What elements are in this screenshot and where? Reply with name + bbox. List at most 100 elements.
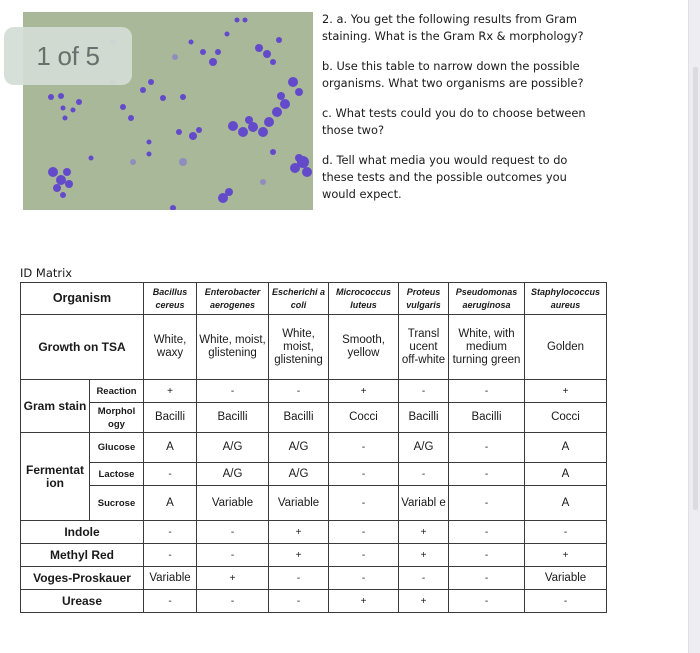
question-text: 2. a. You get the following results from… (322, 11, 602, 203)
cell: - (328, 485, 399, 521)
cell: + (524, 543, 607, 567)
cell: Variable (268, 485, 329, 521)
cell: Bacilli (398, 402, 449, 433)
cell: - (196, 589, 269, 613)
row-label-sucrose: Sucrose (89, 485, 144, 521)
cell: - (328, 432, 399, 463)
cell: - (448, 462, 525, 486)
row-label-gram-stain: Gram stain (20, 379, 90, 433)
cell: Cocci (524, 402, 607, 433)
organism-name: Staphylococcus aureus (524, 282, 607, 315)
cell: + (143, 379, 197, 403)
table-row: Growth on TSA White, waxy White, moist, … (20, 314, 607, 380)
organism-name: Bacillus cereus (143, 282, 197, 315)
table-row: Urease - - - + + - - (20, 589, 607, 613)
cell: + (398, 589, 449, 613)
organism-header: Organism (20, 282, 144, 315)
cell: - (448, 520, 525, 544)
cell: - (196, 520, 269, 544)
cell: + (398, 520, 449, 544)
cell: A/G (268, 462, 329, 486)
row-label-voges-proskauer: Voges-Proskauer (20, 566, 144, 590)
cell: - (448, 379, 525, 403)
cell: - (398, 379, 449, 403)
cell: - (398, 566, 449, 590)
question-a: 2. a. You get the following results from… (322, 12, 584, 43)
cell: - (268, 379, 329, 403)
cell: - (524, 520, 607, 544)
cell: - (268, 589, 329, 613)
matrix-title: ID Matrix (20, 266, 73, 280)
cell: + (398, 543, 449, 567)
header-row: Organism Bacillus cereus Enterobacter ae… (20, 282, 607, 315)
cell: White, moist, glistening (268, 314, 329, 380)
cell: + (328, 379, 399, 403)
row-label-reaction: Reaction (89, 379, 144, 403)
cell: Golden (524, 314, 607, 380)
cell: White, waxy (143, 314, 197, 380)
cell: A (143, 432, 197, 463)
cell: - (448, 432, 525, 463)
organism-name: Escherichi a coli (268, 282, 329, 315)
table-row: Sucrose A Variable Variable - Variabl e … (21, 485, 607, 521)
cell: Cocci (328, 402, 399, 433)
vertical-scrollbar[interactable] (688, 0, 700, 653)
cell: A/G (196, 432, 269, 463)
cell: - (328, 543, 399, 567)
cell: - (448, 485, 525, 521)
cell: A (524, 485, 607, 521)
question-d: d. Tell what media you would request to … (322, 153, 568, 201)
cell: Variable (524, 566, 607, 590)
organism-name: Enterobacter aerogenes (196, 282, 269, 315)
cell: - (143, 543, 197, 567)
row-label-lactose: Lactose (89, 462, 144, 486)
cell: - (328, 566, 399, 590)
cell: White, moist, glistening (196, 314, 269, 380)
id-matrix-table: Organism Bacillus cereus Enterobacter ae… (20, 282, 607, 613)
row-label-glucose: Glucose (89, 432, 144, 463)
cell: + (196, 566, 269, 590)
cell: White, with medium turning green (448, 314, 525, 380)
cell: - (196, 379, 269, 403)
organism-name: Proteus vulgaris (398, 282, 449, 315)
cell: - (328, 520, 399, 544)
row-label-morphology: Morphol ogy (89, 402, 144, 433)
cell: A (524, 462, 607, 486)
cell: A/G (398, 432, 449, 463)
table-row: Lactose - A/G A/G - - - A (21, 462, 607, 486)
table-row: Voges-Proskauer Variable + - - - - Varia… (20, 566, 607, 590)
cell: A (143, 485, 197, 521)
cell: - (448, 566, 525, 590)
cell: - (328, 462, 399, 486)
row-label-urease: Urease (20, 589, 144, 613)
cell: - (143, 462, 197, 486)
cell: - (448, 589, 525, 613)
image-counter-badge: 1 of 5 (4, 27, 132, 85)
cell: A/G (196, 462, 269, 486)
question-c: c. What tests could you do to choose bet… (322, 106, 586, 137)
cell: A (524, 432, 607, 463)
cell: - (268, 566, 329, 590)
cell: - (143, 589, 197, 613)
cell: Variable (143, 566, 197, 590)
table-row: Fermentat ion Glucose A A/G A/G - A/G - … (20, 432, 607, 521)
row-label-growth: Growth on TSA (20, 314, 144, 380)
cell: + (524, 379, 607, 403)
cell: Bacilli (268, 402, 329, 433)
cell: + (268, 543, 329, 567)
table-row: Indole - - + - + - - (20, 520, 607, 544)
cell: Bacilli (196, 402, 269, 433)
scrollbar-thumb[interactable] (693, 67, 698, 510)
cell: Transl ucent off-white (398, 314, 449, 380)
table-row: Methyl Red - - + - + - + (20, 543, 607, 567)
table-row: Morphol ogy Bacilli Bacilli Bacilli Cocc… (21, 402, 607, 433)
row-label-indole: Indole (20, 520, 144, 544)
organism-name: Pseudomonas aeruginosa (448, 282, 525, 315)
cell: Variable (196, 485, 269, 521)
cell: A/G (268, 432, 329, 463)
cell: Smooth, yellow (328, 314, 399, 380)
cell: - (398, 462, 449, 486)
table-row: Gram stain Reaction + - - + - - + (20, 379, 607, 433)
cell: Bacilli (448, 402, 525, 433)
row-label-fermentation: Fermentat ion (20, 432, 90, 521)
